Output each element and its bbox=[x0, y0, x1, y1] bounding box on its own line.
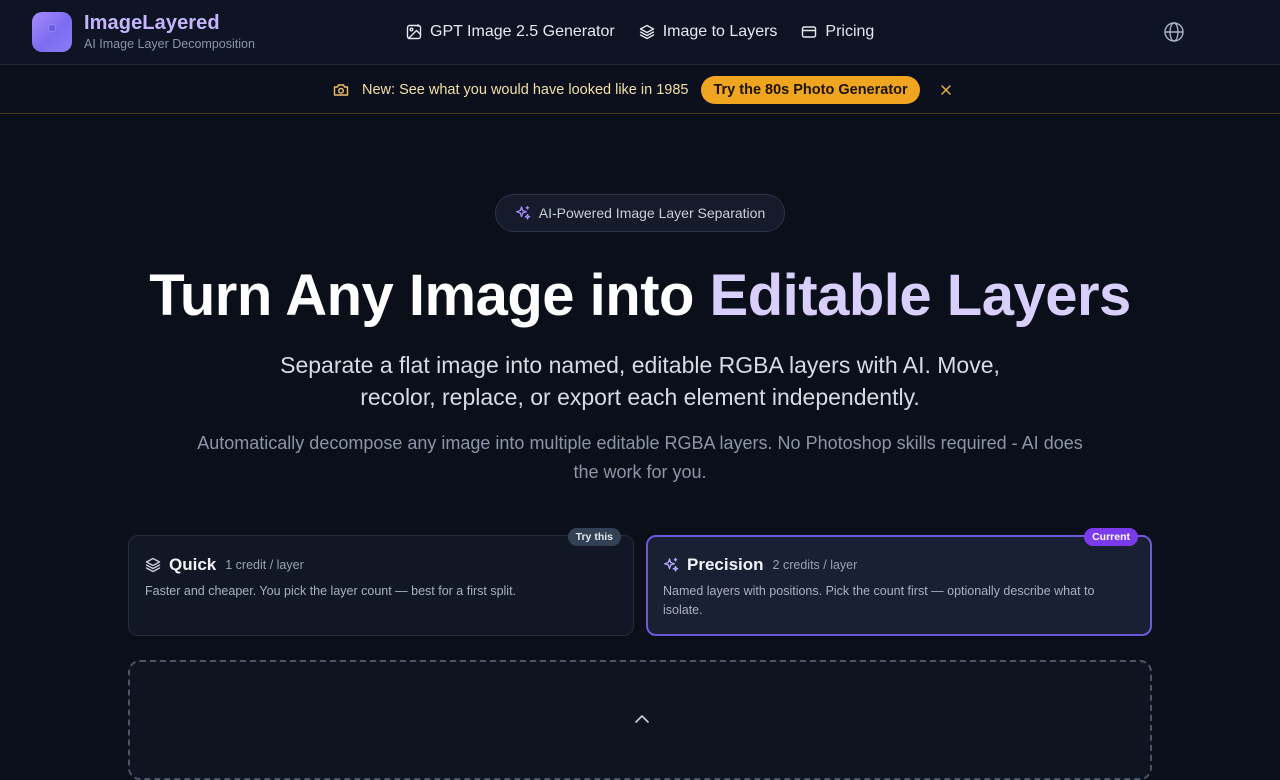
banner-message: New: See what you would have looked like… bbox=[362, 81, 689, 98]
sparkles-icon bbox=[515, 205, 531, 220]
mode-card-quick[interactable]: Try this Quick 1 credit / layer Faster a… bbox=[128, 528, 634, 636]
brand-logo-link[interactable]: ImageLayered AI Image Layer Decompositio… bbox=[32, 12, 255, 52]
logo-icon bbox=[32, 12, 72, 52]
nav-label: Pricing bbox=[825, 23, 875, 40]
layers-icon bbox=[639, 24, 654, 40]
top-navbar: ImageLayered AI Image Layer Decompositio… bbox=[0, 0, 1280, 65]
hero-subtitle: Separate a flat image into named, editab… bbox=[280, 352, 1000, 410]
mode-name: Quick bbox=[169, 555, 217, 574]
try-this-badge: Try this bbox=[567, 528, 621, 546]
nav-label: Image to Layers bbox=[662, 23, 778, 40]
mode-price: 2 credits / layer bbox=[772, 558, 858, 572]
language-switcher[interactable] bbox=[1163, 21, 1185, 43]
image-icon bbox=[406, 24, 422, 40]
feature-pill: AI-Powered Image Layer Separation bbox=[495, 194, 785, 232]
mode-description: Faster and cheaper. You pick the layer c… bbox=[145, 584, 517, 598]
nav-gpt-image-generator[interactable]: GPT Image 2.5 Generator bbox=[406, 20, 615, 44]
hero-description: Automatically decompose any image into m… bbox=[197, 433, 1083, 482]
mode-description: Named layers with positions. Pick the co… bbox=[663, 584, 1095, 617]
title-part-2: Editable Layers bbox=[709, 263, 1132, 328]
brand-tagline: AI Image Layer Decomposition bbox=[84, 37, 255, 52]
upload-icon bbox=[635, 715, 649, 723]
nav-pricing[interactable]: Pricing bbox=[801, 20, 874, 44]
mode-price: 1 credit / layer bbox=[225, 558, 304, 572]
sparkles-icon bbox=[664, 557, 679, 572]
main-nav: GPT Image 2.5 Generator Image to Layers … bbox=[406, 20, 898, 44]
title-part-1: Turn Any Image into bbox=[149, 263, 710, 328]
dismiss-banner-button[interactable] bbox=[938, 82, 954, 98]
upload-dropzone[interactable] bbox=[128, 660, 1152, 780]
close-icon bbox=[940, 84, 951, 95]
camera-icon bbox=[333, 83, 349, 96]
brand-name: ImageLayered bbox=[84, 12, 220, 35]
mode-card-precision[interactable]: Current Precision 2 credits / layer Name… bbox=[646, 528, 1152, 636]
layers-icon bbox=[145, 557, 161, 573]
globe-icon bbox=[1164, 22, 1184, 42]
page-title: Turn Any Image into Editable Layers bbox=[0, 262, 1280, 330]
announcement-banner: New: See what you would have looked like… bbox=[0, 65, 1280, 114]
nav-label: GPT Image 2.5 Generator bbox=[430, 23, 615, 40]
current-badge: Current bbox=[1084, 528, 1138, 546]
credit-card-icon bbox=[802, 26, 817, 38]
feature-pill-label: AI-Powered Image Layer Separation bbox=[538, 205, 766, 221]
mode-name: Precision bbox=[687, 555, 764, 574]
try-80s-generator-button[interactable]: Try the 80s Photo Generator bbox=[701, 75, 920, 104]
nav-image-to-layers[interactable]: Image to Layers bbox=[639, 20, 778, 44]
